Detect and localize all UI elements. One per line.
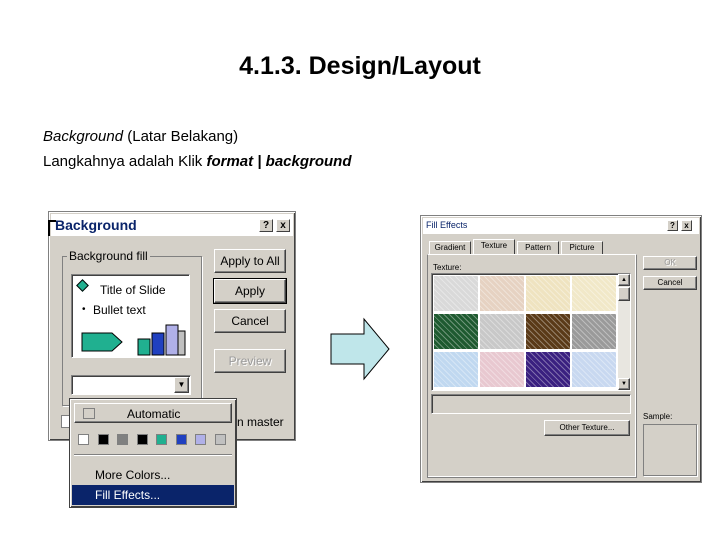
texture-swatch[interactable] <box>526 276 570 311</box>
other-texture-button[interactable]: Other Texture... <box>544 420 630 436</box>
cursor-icon <box>48 220 56 236</box>
intro-term-rest: (Latar Belakang) <box>123 128 239 145</box>
intro-term: Background <box>43 128 124 145</box>
texture-swatch[interactable] <box>434 314 478 349</box>
color-swatch[interactable] <box>175 434 187 445</box>
color-swatch[interactable] <box>136 434 148 445</box>
tab-pattern[interactable]: Pattern <box>517 241 559 255</box>
fill-color-select[interactable]: ▼ <box>71 375 191 395</box>
texture-name-field <box>431 394 631 414</box>
omit-master-label: n master <box>237 415 284 429</box>
fill-effects-dialog: Fill Effects ? x Gradient Texture Pattern P… <box>420 215 702 483</box>
close-button[interactable]: x <box>276 219 290 232</box>
texture-swatch[interactable] <box>526 314 570 349</box>
menu-separator <box>74 454 232 456</box>
color-dropdown-menu: Automatic More Colors... Fill Effects... <box>69 398 237 508</box>
apply-button[interactable]: Apply <box>213 278 287 304</box>
scroll-thumb[interactable] <box>618 287 630 301</box>
automatic-swatch <box>83 408 95 419</box>
diamond-icon <box>76 279 89 292</box>
color-swatch[interactable] <box>78 434 89 445</box>
background-dialog-titlebar: Background ? x <box>51 214 293 236</box>
texture-scrollbar[interactable]: ▲ ▼ <box>618 274 630 390</box>
slide-preview: Title of Slide • Bullet text <box>71 274 190 358</box>
texture-swatch[interactable] <box>480 314 524 349</box>
cancel-button[interactable]: Cancel <box>643 276 697 290</box>
steps-bold: format | background <box>206 153 352 170</box>
sample-label: Sample: <box>643 412 673 421</box>
background-dialog-title: Background <box>55 217 137 233</box>
tab-picture[interactable]: Picture <box>561 241 603 255</box>
apply-to-all-button[interactable]: Apply to All <box>214 249 286 273</box>
arrow-right-icon <box>330 317 390 381</box>
scroll-down-button[interactable]: ▼ <box>618 378 630 390</box>
steps-line: Langkahnya adalah Klik format | backgrou… <box>43 153 352 170</box>
ok-button[interactable]: OK <box>643 256 697 270</box>
texture-swatch[interactable] <box>480 276 524 311</box>
fill-effects-titlebar: Fill Effects ? x <box>423 218 699 234</box>
preview-button[interactable]: Preview <box>214 349 286 373</box>
texture-swatch[interactable] <box>572 276 616 311</box>
automatic-option[interactable]: Automatic <box>74 403 232 423</box>
fill-effects-title: Fill Effects <box>426 220 468 230</box>
scroll-up-button[interactable]: ▲ <box>618 274 630 286</box>
color-swatch[interactable] <box>156 434 167 445</box>
texture-swatch[interactable] <box>480 352 524 387</box>
page-title: 4.1.3. Design/Layout <box>239 52 481 80</box>
tab-texture[interactable]: Texture <box>473 239 515 255</box>
texture-label: Texture: <box>433 263 462 272</box>
color-swatch[interactable] <box>117 434 128 445</box>
texture-swatch[interactable] <box>526 352 570 387</box>
color-swatch[interactable] <box>195 434 206 445</box>
automatic-label: Automatic <box>127 407 181 421</box>
fill-effects-item[interactable]: Fill Effects... <box>72 485 234 505</box>
help-button[interactable]: ? <box>667 220 678 231</box>
chevron-down-icon[interactable]: ▼ <box>174 377 189 393</box>
background-fill-label: Background fill <box>67 249 150 263</box>
texture-swatch[interactable] <box>572 352 616 387</box>
steps-prefix: Langkahnya adalah Klik <box>43 153 207 170</box>
texture-swatch[interactable] <box>434 276 478 311</box>
texture-swatch[interactable] <box>572 314 616 349</box>
preview-title: Title of Slide <box>100 283 166 297</box>
more-colors-item[interactable]: More Colors... <box>95 468 170 482</box>
fill-effects-label: Fill Effects... <box>95 488 161 502</box>
texture-grid: ▲ ▼ <box>431 273 631 391</box>
close-button[interactable]: x <box>681 220 692 231</box>
tab-gradient[interactable]: Gradient <box>429 241 471 255</box>
cancel-button[interactable]: Cancel <box>214 309 286 333</box>
sample-preview <box>643 424 697 476</box>
help-button[interactable]: ? <box>259 219 273 232</box>
color-swatch[interactable] <box>214 434 226 445</box>
intro-line: Background (Latar Belakang) <box>43 128 238 145</box>
texture-swatch[interactable] <box>434 352 478 387</box>
preview-chart-graphic <box>81 324 186 356</box>
color-swatch[interactable] <box>97 434 109 445</box>
